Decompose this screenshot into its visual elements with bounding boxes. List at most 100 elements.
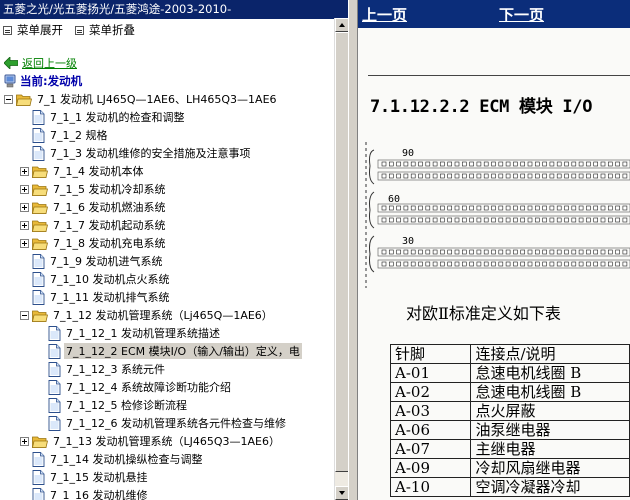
connector-pin: [535, 173, 540, 179]
connector-pin: [469, 205, 474, 211]
list-icon: [3, 25, 12, 35]
tree-page-item[interactable]: 7_1_16 发动机维修: [20, 486, 150, 500]
connector-pin: [600, 173, 606, 179]
table-row: A-01 怠速电机线圈 B: [389, 363, 630, 383]
tree-folder-item[interactable]: 7_1_5 发动机冷却系统: [20, 180, 168, 198]
tree-page-item[interactable]: 7_1_3 发动机维修的安全措施及注意事项: [20, 144, 253, 162]
connector-pin: [418, 161, 423, 167]
connector-pin: [571, 205, 577, 211]
tree-folder-item[interactable]: 7_1 发动机 LJ465Q—1AE6、LH465Q3—1AE6: [4, 90, 279, 108]
connector-pin: [615, 205, 620, 211]
connector-pin: [615, 249, 620, 255]
connector-pin: [454, 161, 460, 167]
open-folder-icon: [32, 166, 48, 178]
prev-page-link[interactable]: 上一页: [362, 4, 407, 25]
tree-folder-item[interactable]: 7_1_6 发动机燃油系统: [20, 198, 168, 216]
menu-collapse-button[interactable]: 菜单折叠: [75, 22, 135, 38]
connector-pin: [440, 205, 445, 211]
tree-page-item[interactable]: 7_1_12_3 系统元件: [36, 360, 167, 378]
tree-page-item[interactable]: 7_1_14 发动机操纵检查与调整: [20, 450, 205, 468]
menu-controls: 菜单展开 菜单折叠: [0, 19, 348, 41]
connector-pin: [381, 161, 387, 167]
connector-pin: [462, 249, 467, 255]
connector-pin: [418, 217, 423, 223]
expand-icon[interactable]: [20, 184, 29, 194]
expand-icon[interactable]: [20, 202, 29, 212]
connector-pin: [586, 161, 591, 167]
connector-pin: [425, 261, 431, 267]
connector-pin: [410, 205, 416, 211]
connector-pin: [476, 161, 482, 167]
pin-cell: A-07: [389, 439, 472, 459]
connector-pin: [520, 261, 525, 267]
tree-folder-item[interactable]: 7_1_13 发动机管理系统（LJ465Q3—1AE6）: [20, 432, 282, 450]
connector-pin: [520, 249, 525, 255]
connector-pin: [556, 161, 562, 167]
tree-page-item[interactable]: 7_1_2 规格: [20, 126, 110, 144]
connector-pin: [586, 261, 591, 267]
connector-pin: [469, 261, 474, 267]
connector-pin: [418, 249, 423, 255]
tree-folder-item[interactable]: 7_1_4 发动机本体: [20, 162, 146, 180]
connector-pin: [564, 161, 569, 167]
connector-pin: [447, 249, 452, 255]
tree-page-item[interactable]: 7_1_1 发动机的检查和调整: [20, 108, 187, 126]
scroll-thumb[interactable]: [335, 32, 348, 472]
expand-icon[interactable]: [20, 238, 29, 248]
connector-pin: [622, 173, 628, 179]
tree-folder-item[interactable]: 7_1_8 发动机充电系统: [20, 234, 168, 252]
expand-icon[interactable]: [20, 436, 29, 446]
connector-pin: [425, 205, 431, 211]
tree-page-item[interactable]: 7_1_10 发动机点火系统: [20, 270, 172, 288]
document-icon: [32, 145, 45, 161]
connector-pin: [483, 249, 489, 255]
document-icon: [32, 127, 45, 143]
tree-page-item[interactable]: 7_1_12_6 发动机管理系统各元件检查与维修: [36, 414, 288, 432]
scroll-down-button[interactable]: [335, 486, 348, 500]
pin-definition-table: 针脚 连接点/说明 A-01 怠速电机线圈 B A-02 怠速电机线圈 B A-03 点火…: [389, 344, 630, 497]
connector-pin: [432, 205, 438, 211]
tree-item-label: 7_1_12_4 系统故障诊断功能介绍: [66, 381, 231, 394]
connector-pin-strip: [377, 203, 630, 213]
list-icon: [75, 25, 84, 35]
connector-pin: [578, 173, 584, 179]
menu-expand-button[interactable]: 菜单展开: [3, 22, 63, 38]
vertical-scrollbar[interactable]: [334, 18, 348, 500]
tree-page-item[interactable]: 7_1_12_1 发动机管理系统描述: [36, 324, 222, 342]
document-icon: [48, 379, 61, 395]
tree-folder-item[interactable]: 7_1_7 发动机起动系统: [20, 216, 168, 234]
collapse-icon[interactable]: [20, 310, 29, 320]
header-description: 连接点/说明: [470, 344, 630, 364]
connector-pin: [483, 173, 489, 179]
connector-pin: [483, 217, 489, 223]
connector-pin: [549, 205, 555, 211]
tree-item-label: 7_1_12_6 发动机管理系统各元件检查与维修: [66, 417, 286, 430]
connector-pin: [564, 261, 569, 267]
connector-pin: [418, 173, 423, 179]
tree-page-item[interactable]: 7_1_9 发动机进气系统: [20, 252, 165, 270]
scanned-page: 7.1.12.2.2 ECM 模块 I/O 90 60 30 对欧Ⅱ标准定义如下…: [358, 28, 630, 500]
connector-pin: [483, 261, 489, 267]
tree-page-item[interactable]: 7_1_12_5 检修诊断流程: [36, 396, 189, 414]
pane-splitter[interactable]: [348, 0, 358, 500]
scroll-up-button[interactable]: [335, 18, 348, 32]
expand-icon[interactable]: [20, 220, 29, 230]
connector-pin: [556, 217, 562, 223]
back-link[interactable]: 返回上一级: [22, 55, 77, 71]
connector-pin: [483, 161, 489, 167]
pin-cell: A-02: [389, 382, 472, 402]
connector-pin: [513, 161, 518, 167]
connector-pin: [396, 173, 401, 179]
expand-icon[interactable]: [20, 166, 29, 176]
connector-pin: [425, 249, 431, 255]
next-page-link[interactable]: 下一页: [499, 4, 544, 25]
connector-pin: [527, 161, 533, 167]
computer-icon: [4, 74, 16, 88]
tree-folder-item[interactable]: 7_1_12 发动机管理系统（Lj465Q—1AE6）: [20, 306, 275, 324]
tree-page-item[interactable]: 7_1_12_4 系统故障诊断功能介绍: [36, 378, 233, 396]
tree-page-item[interactable]: 7_1_11 发动机排气系统: [20, 288, 172, 306]
tree-page-item[interactable]: 7_1_12_2 ECM 模块I/O（输入/输出）定义，电: [36, 342, 302, 360]
connector-pin: [608, 161, 613, 167]
collapse-icon[interactable]: [4, 94, 13, 104]
tree-page-item[interactable]: 7_1_15 发动机悬挂: [20, 468, 150, 486]
